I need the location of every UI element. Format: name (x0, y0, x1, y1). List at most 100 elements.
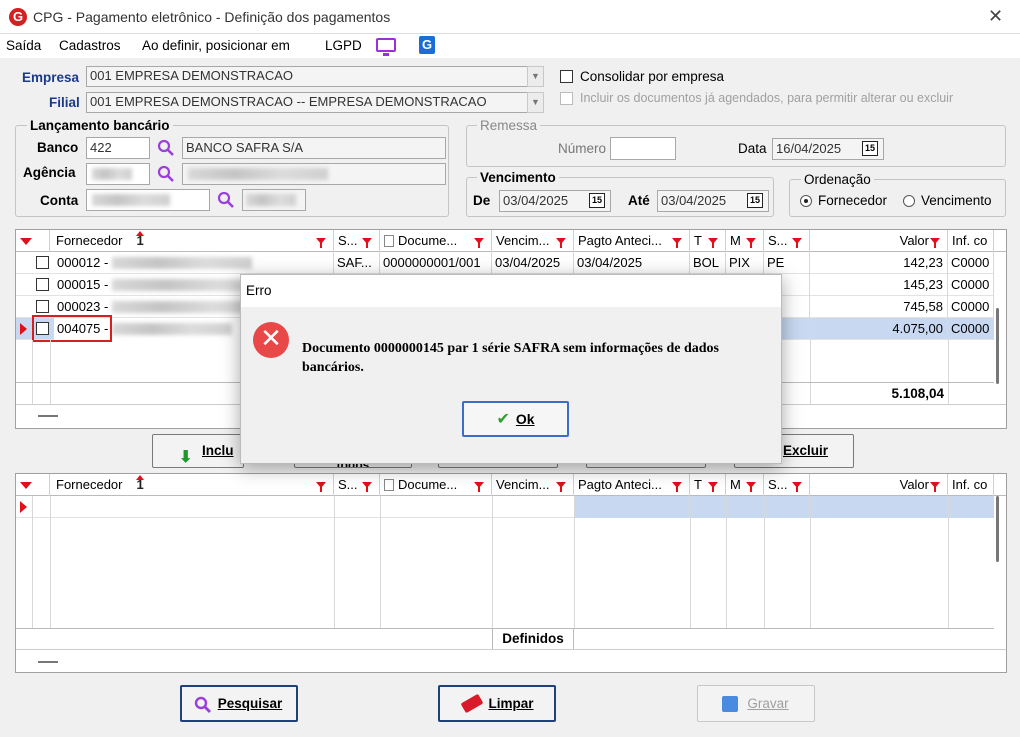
redacted-name (112, 257, 252, 269)
g-app-icon[interactable]: G (419, 36, 435, 54)
banco-code-input[interactable]: 422 (86, 137, 150, 159)
col-inf[interactable]: Inf. co (948, 474, 994, 496)
row-checkbox[interactable] (36, 300, 49, 313)
col-valor[interactable]: Valor (810, 230, 948, 252)
filter-icon[interactable] (672, 482, 682, 492)
cell-valor: 745,58 (810, 296, 948, 318)
cell-inf: C0000 (948, 252, 994, 274)
search-icon (194, 696, 211, 713)
col-t[interactable]: T (690, 230, 726, 252)
filter-icon[interactable] (362, 238, 372, 248)
sort-arrow-icon (136, 475, 144, 480)
bottom-grid[interactable]: Fornecedor 1 S... Docume... Vencim... Pag… (15, 473, 1007, 673)
filter-icon[interactable] (556, 238, 566, 248)
menu-lgpd[interactable]: LGPD (325, 38, 362, 53)
incluir-button[interactable]: ⬇ Inclu (152, 434, 244, 468)
filter-icon[interactable] (792, 482, 802, 492)
filter-icon[interactable] (474, 238, 484, 248)
col-s2[interactable]: S... (764, 230, 810, 252)
empresa-combo[interactable]: 001 EMPRESA DEMONSTRACAO (86, 66, 528, 87)
cell-valor: 142,23 (810, 252, 948, 274)
grid-line (764, 496, 765, 628)
cell-vencim: 03/04/2025 (492, 252, 574, 274)
col-documento[interactable]: Docume... (380, 474, 492, 496)
filter-icon[interactable] (746, 482, 756, 492)
col-vencim[interactable]: Vencim... (492, 474, 574, 496)
filial-dropdown-button[interactable]: ▼ (527, 92, 544, 113)
consolidar-checkbox[interactable] (560, 70, 573, 83)
table-row[interactable]: 000012 - SAF... 0000000001/001 03/04/202… (16, 252, 994, 274)
menu-cadastros[interactable]: Cadastros (59, 38, 121, 53)
filter-icon[interactable] (316, 238, 326, 248)
ate-calendar-icon[interactable]: 15 (747, 193, 763, 208)
col-check (32, 474, 50, 496)
col-pagto[interactable]: Pagto Anteci... (574, 230, 690, 252)
ordenacao-fornecedor-radio[interactable] (800, 195, 812, 207)
agencia-search-icon[interactable] (157, 165, 175, 183)
banco-search-icon[interactable] (157, 139, 175, 157)
table-row-empty[interactable] (16, 496, 994, 518)
col-s2[interactable]: S... (764, 474, 810, 496)
top-grid-scrollbar[interactable] (996, 308, 999, 384)
col-fornecedor[interactable]: Fornecedor 1 (50, 474, 334, 496)
cell-documento: 0000000001/001 (380, 252, 492, 274)
filter-icon[interactable] (672, 238, 682, 248)
filter-icon[interactable] (316, 482, 326, 492)
filter-icon[interactable] (930, 238, 940, 248)
filter-menu-icon[interactable] (20, 482, 32, 489)
menu-ao-definir[interactable]: Ao definir, posicionar em (142, 38, 290, 53)
filter-menu-icon[interactable] (20, 238, 32, 245)
monitor-icon[interactable] (376, 38, 396, 56)
grid-line (690, 496, 691, 628)
redacted-name (112, 323, 232, 335)
ordenacao-fornecedor-label: Fornecedor (818, 193, 888, 208)
banco-name-field: BANCO SAFRA S/A (182, 137, 446, 159)
pesquisar-button[interactable]: Pesquisar (180, 685, 298, 722)
filter-icon[interactable] (556, 482, 566, 492)
empresa-dropdown-button[interactable]: ▼ (527, 66, 544, 87)
data-calendar-icon[interactable]: 15 (862, 141, 878, 156)
cell-s2: PE (764, 252, 810, 274)
menu-saida[interactable]: Saída (6, 38, 41, 53)
filter-icon[interactable] (708, 482, 718, 492)
col-documento[interactable]: Docume... (380, 230, 492, 252)
col-s1[interactable]: S... (334, 474, 380, 496)
row-checkbox[interactable] (36, 256, 49, 269)
error-dialog: Erro ✕ Documento 0000000145 par 1 série … (240, 274, 782, 464)
col-vencim[interactable]: Vencim... (492, 230, 574, 252)
conta-search-icon[interactable] (217, 191, 235, 209)
gravar-button[interactable]: Gravar (697, 685, 815, 722)
de-calendar-icon[interactable]: 15 (589, 193, 605, 208)
ok-button[interactable]: ✔ Ok (462, 401, 569, 437)
limpar-button[interactable]: Limpar (438, 685, 556, 722)
col-pagto[interactable]: Pagto Anteci... (574, 474, 690, 496)
close-icon[interactable]: ✕ (988, 6, 1003, 27)
bottom-grid-header: Fornecedor 1 S... Docume... Vencim... Pag… (16, 474, 1006, 496)
filter-icon[interactable] (792, 238, 802, 248)
col-s1[interactable]: S... (334, 230, 380, 252)
total-valor: 5.108,04 (891, 386, 944, 401)
filter-icon[interactable] (708, 238, 718, 248)
numero-input[interactable] (610, 137, 676, 160)
col-fornecedor[interactable]: Fornecedor 1 (50, 230, 334, 252)
row-checkbox[interactable] (36, 278, 49, 291)
filial-combo[interactable]: 001 EMPRESA DEMONSTRACAO -- EMPRESA DEMO… (86, 92, 528, 113)
col-m[interactable]: M (726, 230, 764, 252)
grid-line (334, 496, 335, 628)
ordenacao-vencimento-radio[interactable] (903, 195, 915, 207)
col-valor[interactable]: Valor (810, 474, 948, 496)
remessa-title: Remessa (477, 118, 541, 133)
col-m[interactable]: M (726, 474, 764, 496)
filter-icon[interactable] (474, 482, 484, 492)
cell-m: PIX (726, 252, 764, 274)
incluir-agendados-checkbox[interactable] (560, 92, 573, 105)
filter-icon[interactable] (362, 482, 372, 492)
col-inf[interactable]: Inf. co (948, 230, 994, 252)
filter-icon[interactable] (746, 238, 756, 248)
bottom-grid-scrollbar[interactable] (996, 496, 999, 562)
document-icon (384, 479, 394, 491)
ate-label: Até (628, 193, 650, 208)
filter-icon[interactable] (930, 482, 940, 492)
vencimento-title: Vencimento (477, 170, 559, 185)
col-t[interactable]: T (690, 474, 726, 496)
